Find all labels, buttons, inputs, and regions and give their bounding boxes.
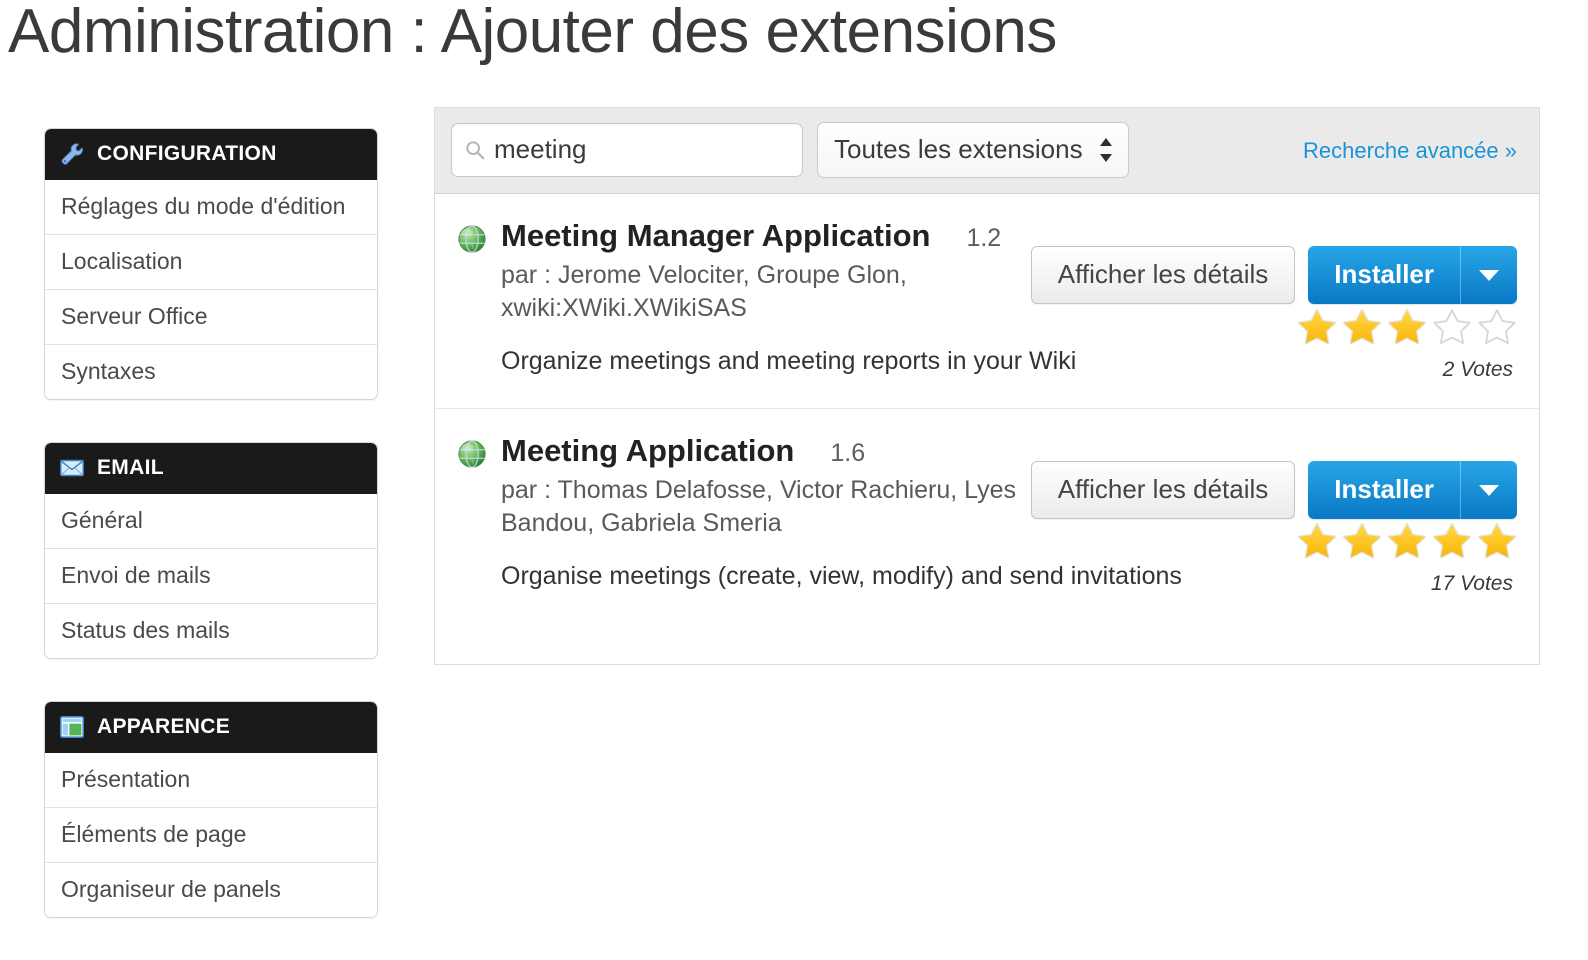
extension-search-toolbar: Toutes les extensions Recherche avancée … [434, 107, 1540, 193]
extension-name[interactable]: Meeting Manager Application [501, 218, 930, 254]
install-button-group: Installer [1308, 246, 1517, 304]
star-empty-icon[interactable] [1477, 306, 1517, 346]
chevron-down-icon [1479, 484, 1499, 496]
extension-actions: Afficher les détails Installer [1030, 246, 1517, 304]
show-details-button[interactable]: Afficher les détails [1030, 461, 1296, 519]
sidebar-item-g-n-ral[interactable]: Général [45, 494, 377, 548]
sidebar-panel-configuration: CONFIGURATION Réglages du mode d'édition… [44, 128, 378, 400]
extension-version: 1.6 [830, 439, 866, 467]
extension-rating: 2 Votes [1297, 306, 1517, 382]
page-title: Administration : Ajouter des extensions [8, 0, 1057, 66]
wrench-icon [61, 143, 83, 165]
extension-actions: Afficher les détails Installer [1030, 461, 1517, 519]
extension-version: 1.2 [966, 224, 1002, 252]
star-filled-icon[interactable] [1342, 306, 1382, 346]
star-filled-icon[interactable] [1432, 520, 1472, 560]
vote-count: 17 Votes [1430, 572, 1513, 595]
search-input[interactable] [451, 123, 803, 177]
show-details-button[interactable]: Afficher les détails [1030, 246, 1296, 304]
star-filled-icon[interactable] [1477, 520, 1517, 560]
install-button-group: Installer [1308, 461, 1517, 519]
sidebar-panel-title: EMAIL [97, 456, 164, 479]
extension-name[interactable]: Meeting Application [501, 433, 794, 469]
sidebar-item-r-glages-du-mode-d-dition[interactable]: Réglages du mode d'édition [45, 180, 377, 234]
globe-icon [458, 440, 486, 468]
install-button[interactable]: Installer [1308, 461, 1460, 519]
advanced-search-link[interactable]: Recherche avancée » [1303, 138, 1517, 164]
chevron-down-icon [1479, 269, 1499, 281]
sidebar-panel-header: CONFIGURATION [45, 129, 377, 180]
layout-icon [59, 715, 84, 738]
sidebar-panel-body: Général Envoi de mails Status des mails [45, 494, 377, 658]
search-input-wrap [451, 123, 803, 177]
star-filled-icon[interactable] [1342, 520, 1382, 560]
star-filled-icon[interactable] [1297, 520, 1337, 560]
extension-result-item: Meeting Manager Application 1.2 par : Je… [435, 194, 1539, 408]
star-rating[interactable] [1297, 306, 1517, 346]
sidebar-panel-title: CONFIGURATION [97, 142, 277, 165]
star-filled-icon[interactable] [1297, 306, 1337, 346]
sidebar-item-organiseur-de-panels[interactable]: Organiseur de panels [45, 862, 377, 917]
extension-filter-value[interactable]: Toutes les extensions [817, 122, 1129, 178]
extension-filter-select[interactable]: Toutes les extensions [817, 122, 1129, 178]
vote-count: 2 Votes [1442, 358, 1513, 381]
extension-result-item: Meeting Application 1.6 par : Thomas Del… [435, 408, 1539, 622]
install-button[interactable]: Installer [1308, 246, 1460, 304]
install-dropdown-toggle[interactable] [1460, 246, 1517, 304]
sidebar-item-pr-sentation[interactable]: Présentation [45, 753, 377, 807]
sidebar-item-syntaxes[interactable]: Syntaxes [45, 344, 377, 399]
star-filled-icon[interactable] [1387, 520, 1427, 560]
globe-icon [458, 225, 486, 253]
sidebar-panel-header: EMAIL [45, 443, 377, 494]
extension-authors: par : Jerome Velociter, Groupe Glon, xwi… [501, 261, 907, 322]
envelope-icon [60, 459, 84, 477]
sidebar-panel-body: Réglages du mode d'édition Localisation Se… [45, 180, 377, 399]
sidebar-panel-apparence: APPARENCE Présentation Éléments de page Or… [44, 701, 378, 918]
sidebar-panel-header: APPARENCE [45, 702, 377, 753]
sidebar-item-l-ments-de-page[interactable]: Éléments de page [45, 807, 377, 862]
admin-sidebar: CONFIGURATION Réglages du mode d'édition… [44, 128, 378, 960]
sidebar-item-status-des-mails[interactable]: Status des mails [45, 603, 377, 658]
star-rating[interactable] [1297, 520, 1517, 560]
sidebar-panel-email: EMAIL Général Envoi de mails Status des ma… [44, 442, 378, 659]
extension-results-list: Meeting Manager Application 1.2 par : Je… [434, 193, 1540, 665]
sidebar-item-serveur-office[interactable]: Serveur Office [45, 289, 377, 344]
extension-authors: par : Thomas Delafosse, Victor Rachieru,… [501, 476, 1017, 537]
sidebar-item-envoi-de-mails[interactable]: Envoi de mails [45, 548, 377, 603]
sidebar-panel-title: APPARENCE [97, 715, 230, 738]
sidebar-item-localisation[interactable]: Localisation [45, 234, 377, 289]
install-dropdown-toggle[interactable] [1460, 461, 1517, 519]
sidebar-panel-body: Présentation Éléments de page Organiseur d… [45, 753, 377, 917]
star-filled-icon[interactable] [1387, 306, 1427, 346]
extension-rating: 17 Votes [1297, 520, 1517, 596]
star-empty-icon[interactable] [1432, 306, 1472, 346]
extension-search-main: Toutes les extensions Recherche avancée … [434, 107, 1540, 665]
